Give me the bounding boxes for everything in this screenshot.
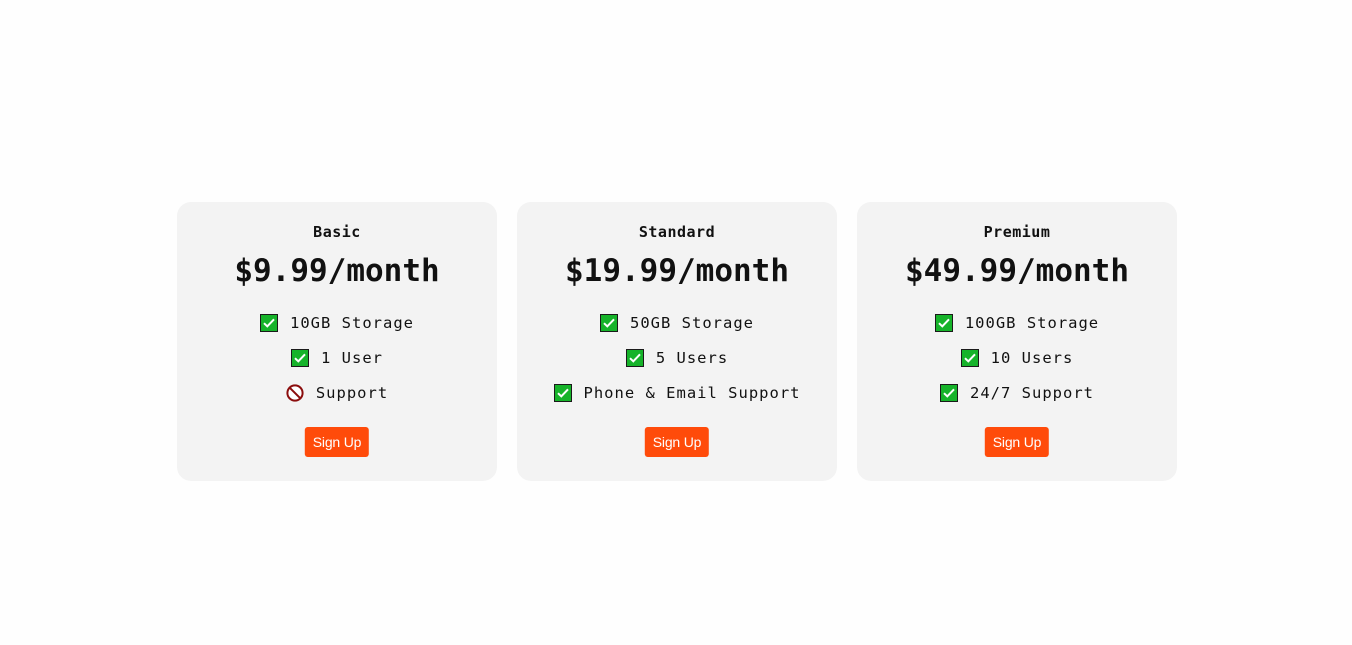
feature-text: 5 Users <box>655 348 729 367</box>
feature-text: Support <box>315 383 389 402</box>
feature-text: 10GB Storage <box>290 313 414 332</box>
plan-card-basic: Basic $9.99/month 10GB Storage 1 User Su… <box>177 202 497 481</box>
check-icon <box>291 348 309 367</box>
feature-item: Phone & Email Support <box>517 375 837 410</box>
check-icon <box>600 313 618 332</box>
feature-text: 10 Users <box>990 348 1074 367</box>
pricing-plans: Basic $9.99/month 10GB Storage 1 User Su… <box>177 202 1177 481</box>
check-icon <box>625 348 644 367</box>
check-icon <box>940 383 958 402</box>
prohibited-icon <box>286 383 304 402</box>
plan-price: $49.99/month <box>905 253 1129 289</box>
feature-item: Support <box>177 375 497 410</box>
check-icon <box>934 313 953 332</box>
signup-button-basic[interactable]: Sign Up <box>304 427 370 457</box>
check-icon <box>960 348 979 367</box>
plan-price: $9.99/month <box>234 253 440 289</box>
plan-card-premium: Premium $49.99/month 100GB Storage 10 Us… <box>857 202 1177 481</box>
plan-card-standard: Standard $19.99/month 50GB Storage 5 Use… <box>517 202 837 481</box>
feature-item: 50GB Storage <box>517 305 837 340</box>
signup-button-standard[interactable]: Sign Up <box>644 427 710 457</box>
feature-item: 1 User <box>177 340 497 375</box>
check-icon <box>260 313 278 332</box>
feature-item: 24/7 Support <box>857 375 1177 410</box>
plan-name: Standard <box>638 223 716 241</box>
feature-item: 5 Users <box>517 340 837 375</box>
feature-text: 100GB Storage <box>964 313 1100 332</box>
feature-list: 50GB Storage 5 Users Phone & Email Suppo… <box>517 305 837 410</box>
feature-item: 10 Users <box>857 340 1177 375</box>
feature-text: 50GB Storage <box>630 313 754 332</box>
feature-list: 100GB Storage 10 Users 24/7 Support <box>857 305 1177 410</box>
plan-price: $19.99/month <box>565 253 789 289</box>
feature-item: 100GB Storage <box>857 305 1177 340</box>
feature-text: Phone & Email Support <box>583 383 801 402</box>
signup-button-premium[interactable]: Sign Up <box>984 427 1050 457</box>
feature-text: 1 User <box>321 348 383 367</box>
plan-name: Premium <box>983 223 1051 241</box>
plan-name: Basic <box>313 223 361 241</box>
feature-list: 10GB Storage 1 User Support <box>177 305 497 410</box>
check-icon <box>553 383 572 402</box>
feature-item: 10GB Storage <box>177 305 497 340</box>
feature-text: 24/7 Support <box>970 383 1094 402</box>
